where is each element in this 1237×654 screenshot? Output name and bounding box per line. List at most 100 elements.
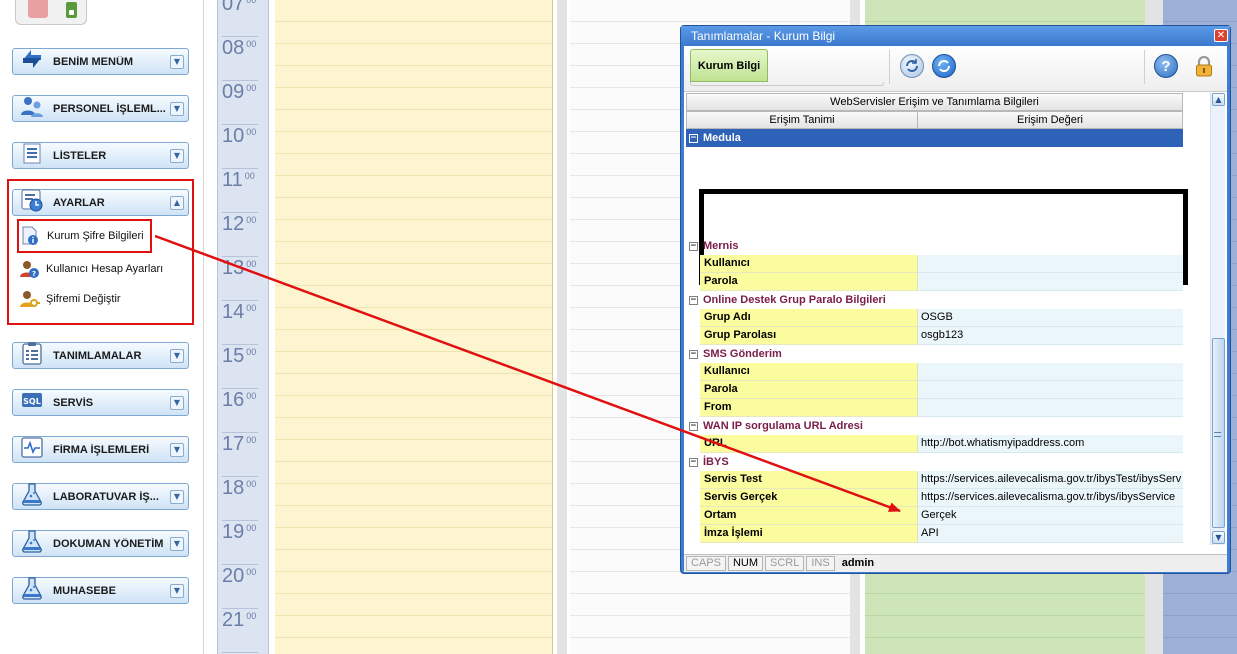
hour-value: 14 bbox=[222, 301, 245, 323]
lock-icon[interactable] bbox=[1192, 54, 1216, 78]
submenu-item-2[interactable]: ? Kullanıcı Hesap Ayarları bbox=[18, 256, 163, 282]
chevron-down-icon[interactable]: ▼ bbox=[170, 395, 184, 410]
property-value[interactable]: https://services.ailevecalisma.gov.tr/ib… bbox=[918, 489, 1183, 507]
chevron-down-icon[interactable]: ▼ bbox=[170, 101, 184, 116]
help-icon[interactable]: ? bbox=[1154, 54, 1178, 78]
column-header-name[interactable]: Erişim Tanimi bbox=[686, 111, 918, 129]
dialog-title[interactable]: Tanımlamalar - Kurum Bilgi bbox=[681, 26, 1230, 46]
property-row[interactable]: Parola bbox=[700, 273, 1183, 291]
property-value[interactable] bbox=[918, 273, 1183, 291]
submenu-item-1[interactable]: Kurum Şifre Bilgileri bbox=[17, 219, 152, 253]
sync-icon[interactable] bbox=[932, 54, 956, 78]
collapse-icon[interactable]: − bbox=[689, 421, 698, 431]
category-name: İBYS bbox=[703, 456, 729, 468]
user-help-icon: ? bbox=[18, 258, 40, 280]
property-value[interactable]: https://services.ailevecalisma.gov.tr/ib… bbox=[918, 471, 1183, 489]
property-name: Servis Test bbox=[700, 471, 918, 489]
hour-value: 08 bbox=[222, 37, 245, 59]
menu-laboratuvar[interactable]: LABORATUVAR İŞ... ▼ bbox=[12, 482, 189, 510]
menu-servis[interactable]: SQL SERVİS ▼ bbox=[12, 389, 189, 416]
submenu-item-3[interactable]: Şifremi Değiştir bbox=[18, 286, 121, 312]
refresh-icon[interactable] bbox=[900, 54, 924, 78]
property-row[interactable]: Grup Adı OSGB bbox=[700, 309, 1183, 327]
minute-value: 00 bbox=[244, 171, 255, 181]
property-row[interactable]: Servis Gerçek https://services.ailevecali… bbox=[700, 489, 1183, 507]
property-value[interactable] bbox=[918, 381, 1183, 399]
svg-text:?: ? bbox=[32, 270, 36, 278]
category-name: SMS Gönderim bbox=[703, 348, 782, 360]
hour-label: 13 00 bbox=[222, 257, 258, 301]
chevron-down-icon[interactable]: ▼ bbox=[170, 489, 184, 504]
chevron-down-icon[interactable]: ▼ bbox=[170, 442, 184, 457]
menu-tanimlamalar[interactable]: TANIMLAMALAR ▼ bbox=[12, 341, 189, 369]
collapse-icon[interactable]: − bbox=[689, 295, 698, 305]
category-row[interactable]: − SMS Gönderim bbox=[686, 345, 1183, 363]
collapse-icon[interactable]: − bbox=[689, 457, 698, 467]
property-row[interactable]: Servis Test https://services.ailevecalism… bbox=[700, 471, 1183, 489]
menu-dokuman[interactable]: DOKUMAN YÖNETİM ▼ bbox=[12, 528, 189, 557]
column-header-value[interactable]: Erişim Değeri bbox=[917, 111, 1183, 129]
category-row[interactable]: − WAN IP sorgulama URL Adresi bbox=[686, 417, 1183, 435]
property-value[interactable]: http://bot.whatismyipaddress.com bbox=[918, 435, 1183, 453]
collapse-icon[interactable]: − bbox=[689, 133, 698, 143]
property-value[interactable]: OSGB bbox=[918, 309, 1183, 327]
vertical-scrollbar[interactable]: ▲ ▼ bbox=[1210, 93, 1225, 545]
property-row[interactable]: From bbox=[700, 399, 1183, 417]
collapse-icon[interactable]: − bbox=[689, 349, 698, 359]
hour-label: 10 00 bbox=[222, 125, 258, 169]
property-row[interactable]: Parola bbox=[700, 381, 1183, 399]
chevron-down-icon[interactable]: ▼ bbox=[170, 54, 184, 69]
ribbon-separator bbox=[889, 50, 890, 84]
property-row[interactable]: Ortam Gerçek bbox=[700, 507, 1183, 525]
menu-label: FİRMA İŞLEMLERİ bbox=[53, 443, 150, 456]
menu-firma[interactable]: FİRMA İŞLEMLERİ ▼ bbox=[12, 436, 189, 463]
menu-benim-menum[interactable]: BENİM MENÜM ▼ bbox=[12, 48, 189, 75]
scroll-up-icon[interactable]: ▲ bbox=[1212, 93, 1225, 106]
hour-value: 07 bbox=[222, 0, 245, 15]
category-name: Online Destek Grup Paralo Bilgileri bbox=[703, 294, 886, 306]
property-value[interactable] bbox=[918, 363, 1183, 381]
property-value[interactable]: Gerçek bbox=[918, 507, 1183, 525]
menu-personel[interactable]: PERSONEL İŞLEML... ▼ bbox=[12, 95, 189, 122]
chevron-down-icon[interactable]: ▼ bbox=[170, 348, 184, 363]
chevron-down-icon[interactable]: ▼ bbox=[170, 536, 184, 551]
hour-label: 07 00 bbox=[222, 0, 258, 37]
property-name: From bbox=[700, 399, 918, 417]
property-name: İmza İşlemi bbox=[700, 525, 918, 543]
property-row[interactable]: Grup Parolası osgb123 bbox=[700, 327, 1183, 345]
chevron-down-icon[interactable]: ▼ bbox=[170, 583, 184, 598]
hour-label: 12 00 bbox=[222, 213, 258, 257]
category-row[interactable]: − Online Destek Grup Paralo Bilgileri bbox=[686, 291, 1183, 309]
property-row[interactable]: URL http://bot.whatismyipaddress.com bbox=[700, 435, 1183, 453]
hour-label: 14 00 bbox=[222, 301, 258, 345]
menu-muhasebe[interactable]: MUHASEBE ▼ bbox=[12, 576, 189, 604]
minute-value: 00 bbox=[246, 0, 257, 5]
hour-label: 16 00 bbox=[222, 389, 258, 433]
property-value[interactable]: API bbox=[918, 525, 1183, 543]
svg-text:SQL: SQL bbox=[23, 397, 41, 406]
minute-value: 00 bbox=[246, 611, 257, 621]
category-row[interactable]: − Mernis bbox=[686, 237, 1183, 255]
property-value[interactable] bbox=[918, 255, 1183, 273]
category-row[interactable]: − İBYS bbox=[686, 453, 1183, 471]
flask-icon bbox=[19, 528, 45, 554]
property-row[interactable]: Kullanıcı bbox=[700, 255, 1183, 273]
menu-label: DOKUMAN YÖNETİM bbox=[53, 537, 164, 550]
hour-label: 19 00 bbox=[222, 521, 258, 565]
scroll-down-icon[interactable]: ▼ bbox=[1212, 531, 1225, 544]
close-icon[interactable]: ✕ bbox=[1214, 29, 1228, 42]
collapse-icon[interactable]: − bbox=[689, 241, 698, 251]
menu-listeler[interactable]: LİSTELER ▼ bbox=[12, 142, 189, 169]
category-row[interactable]: − Medula bbox=[686, 129, 1183, 147]
property-value[interactable] bbox=[918, 399, 1183, 417]
property-row[interactable]: Kullanıcı bbox=[700, 363, 1183, 381]
property-value[interactable]: osgb123 bbox=[918, 327, 1183, 345]
tab-kurum-bilgi[interactable]: Kurum Bilgi bbox=[690, 49, 768, 82]
chevron-down-icon[interactable]: ▼ bbox=[170, 148, 184, 163]
property-name: Grup Parolası bbox=[700, 327, 918, 345]
calendar-column-yellow[interactable] bbox=[275, 0, 553, 654]
info-document-icon bbox=[19, 225, 41, 247]
property-grid[interactable]: WebServisler Erişim ve Tanımlama Bilgile… bbox=[686, 93, 1206, 545]
status-bar: CAPS NUM SCRL INS admin bbox=[684, 554, 1227, 572]
property-row[interactable]: İmza İşlemi API bbox=[700, 525, 1183, 543]
